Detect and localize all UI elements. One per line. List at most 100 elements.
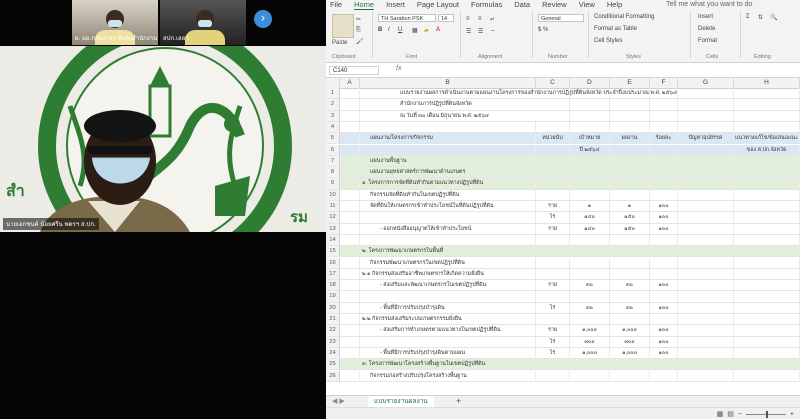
table-cell[interactable]: ๑,๐๐๐ xyxy=(570,325,610,336)
table-cell[interactable] xyxy=(734,155,800,167)
font-name-dropdown[interactable]: TH Sarabun PSK xyxy=(378,14,436,22)
row-header[interactable]: 14 xyxy=(326,234,340,246)
table-cell[interactable]: - ส่งเสริมและพัฒนาเกษตรกรในเขตปฏิรูปที่ด… xyxy=(360,280,536,291)
table-cell[interactable] xyxy=(678,280,734,291)
table-cell[interactable] xyxy=(340,257,360,268)
table-cell[interactable] xyxy=(570,121,610,133)
table-cell[interactable] xyxy=(734,88,800,99)
table-cell[interactable] xyxy=(678,234,734,246)
row-header[interactable]: 7 xyxy=(326,155,340,167)
table-cell[interactable]: - ออกหนังสืออนุญาตให้เข้าทำประโยชน์ xyxy=(360,223,536,234)
table-cell[interactable] xyxy=(610,246,650,257)
table-cell[interactable] xyxy=(570,189,610,200)
table-cell[interactable] xyxy=(610,178,650,189)
table-cell[interactable] xyxy=(570,99,610,110)
normal-view-icon[interactable]: ▦ xyxy=(717,410,724,418)
table-cell[interactable] xyxy=(360,336,536,347)
fill-color-icon[interactable]: ▰ xyxy=(424,27,429,34)
table-cell[interactable] xyxy=(536,234,570,246)
row-header[interactable]: 19 xyxy=(326,291,340,302)
table-cell[interactable] xyxy=(340,178,360,189)
table-cell[interactable] xyxy=(734,223,800,234)
table-cell[interactable] xyxy=(360,291,536,302)
table-cell[interactable]: ๑๕๐ xyxy=(610,223,650,234)
table-cell[interactable] xyxy=(570,110,610,121)
table-cell[interactable]: ๒. โครงการพัฒนาเกษตรกรในพื้นที่ xyxy=(360,246,536,257)
table-cell[interactable] xyxy=(678,110,734,121)
table-cell[interactable]: ๑ xyxy=(570,201,610,212)
top-align-icon[interactable]: ≡ xyxy=(466,16,470,22)
row-header[interactable]: 16 xyxy=(326,257,340,268)
table-cell[interactable] xyxy=(650,167,678,178)
row-header[interactable]: 3 xyxy=(326,110,340,121)
table-cell[interactable]: จัดที่ดินให้เกษตรกรเข้าทำประโยชน์ในที่ดิ… xyxy=(360,201,536,212)
table-cell[interactable] xyxy=(734,99,800,110)
tab-formulas[interactable]: Formulas xyxy=(471,0,502,10)
table-cell[interactable] xyxy=(734,178,800,189)
font-size-dropdown[interactable]: 14 xyxy=(438,14,454,22)
table-cell[interactable] xyxy=(340,88,360,99)
row-header[interactable]: 9 xyxy=(326,178,340,189)
table-cell[interactable] xyxy=(734,167,800,178)
table-cell[interactable] xyxy=(570,155,610,167)
table-cell[interactable] xyxy=(650,246,678,257)
table-cell[interactable] xyxy=(650,291,678,302)
table-cell[interactable] xyxy=(340,212,360,223)
column-header[interactable]: D xyxy=(570,78,610,88)
table-cell[interactable] xyxy=(536,144,570,155)
table-cell[interactable] xyxy=(340,314,360,325)
tab-page-layout[interactable]: Page Layout xyxy=(417,0,459,10)
row-header[interactable]: 12 xyxy=(326,212,340,223)
row-header[interactable]: 8 xyxy=(326,167,340,178)
column-header[interactable]: E xyxy=(610,78,650,88)
table-cell[interactable] xyxy=(340,291,360,302)
middle-align-icon[interactable]: ≡ xyxy=(478,16,482,22)
zoom-control[interactable]: ▦ ▤ − + xyxy=(717,410,794,418)
table-cell[interactable]: ๑๐๐ xyxy=(650,325,678,336)
table-cell[interactable] xyxy=(734,280,800,291)
table-cell[interactable]: ไร่ xyxy=(536,336,570,347)
add-sheet-button[interactable]: + xyxy=(456,396,461,407)
table-cell[interactable] xyxy=(734,325,800,336)
table-cell[interactable] xyxy=(340,155,360,167)
table-cell[interactable] xyxy=(734,268,800,280)
table-cell[interactable] xyxy=(650,314,678,325)
table-cell[interactable] xyxy=(570,234,610,246)
table-cell[interactable] xyxy=(678,325,734,336)
table-cell[interactable] xyxy=(536,370,570,381)
table-cell[interactable] xyxy=(734,302,800,313)
table-cell[interactable] xyxy=(678,167,734,178)
table-cell[interactable] xyxy=(536,246,570,257)
table-cell[interactable] xyxy=(678,268,734,280)
row-header[interactable]: 26 xyxy=(326,370,340,381)
table-cell[interactable]: หน่วยนับ xyxy=(536,133,570,144)
table-cell[interactable] xyxy=(340,268,360,280)
table-cell[interactable] xyxy=(570,88,610,99)
table-cell[interactable] xyxy=(536,155,570,167)
copy-icon[interactable]: ⎘ xyxy=(356,27,361,34)
table-cell[interactable]: ๑. โครงการการจัดที่ดินทำกินตามแนวทางปฏิร… xyxy=(360,178,536,189)
table-cell[interactable]: แผนงาน/โครงการ/กิจกรรม xyxy=(360,133,536,144)
format-as-table-button[interactable]: Format as Table xyxy=(594,26,637,32)
paste-icon[interactable] xyxy=(332,14,354,38)
table-cell[interactable] xyxy=(340,99,360,110)
table-cell[interactable]: กิจกรรมจัดที่ดินทำกินในเขตปฏิรูปที่ดิน xyxy=(360,189,536,200)
table-cell[interactable]: แผนงานพื้นฐาน xyxy=(360,155,536,167)
table-cell[interactable]: ๒.๒ กิจกรรมส่งเสริมระบบเกษตรกรรมยั่งยืน xyxy=(360,314,536,325)
font-color-icon[interactable]: A xyxy=(436,27,440,33)
autosum-icon[interactable]: Σ xyxy=(746,14,750,20)
table-cell[interactable] xyxy=(570,314,610,325)
table-cell[interactable] xyxy=(610,370,650,381)
table-cell[interactable]: ปัญหาอุปสรรค xyxy=(678,133,734,144)
table-cell[interactable]: ๑,๐๐๐ xyxy=(570,347,610,359)
row-header[interactable]: 10 xyxy=(326,189,340,200)
row-header[interactable]: 17 xyxy=(326,268,340,280)
table-cell[interactable] xyxy=(536,88,570,99)
table-cell[interactable] xyxy=(678,257,734,268)
table-cell[interactable] xyxy=(360,121,536,133)
table-cell[interactable] xyxy=(650,99,678,110)
row-header[interactable]: 24 xyxy=(326,347,340,359)
table-cell[interactable] xyxy=(678,88,734,99)
row-header[interactable]: 2 xyxy=(326,99,340,110)
table-cell[interactable] xyxy=(340,302,360,313)
